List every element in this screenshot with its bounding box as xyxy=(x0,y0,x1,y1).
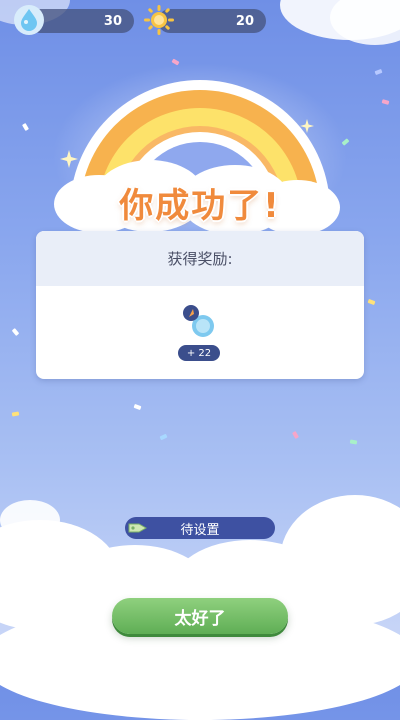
sparkle-icon xyxy=(300,118,314,137)
confirm-great-button[interactable]: 太好了 xyxy=(112,598,288,634)
reward-amount-badge: + 22 xyxy=(178,345,220,361)
success-title: 你成功了! xyxy=(119,186,281,226)
sun-count: 20 xyxy=(235,13,254,29)
confirm-great-label: 太好了 xyxy=(174,608,226,629)
reward-heading: 获得奖励: xyxy=(36,231,364,286)
sun-icon xyxy=(142,3,176,37)
tag-icon xyxy=(127,519,149,541)
water-drop-icon xyxy=(12,3,46,37)
sparkle-icon xyxy=(60,150,78,172)
water-bottle-icon xyxy=(181,302,219,344)
water-count: 30 xyxy=(103,13,122,29)
pending-setting-button[interactable]: 待设置 xyxy=(125,517,275,539)
pending-setting-label: 待设置 xyxy=(180,522,220,538)
